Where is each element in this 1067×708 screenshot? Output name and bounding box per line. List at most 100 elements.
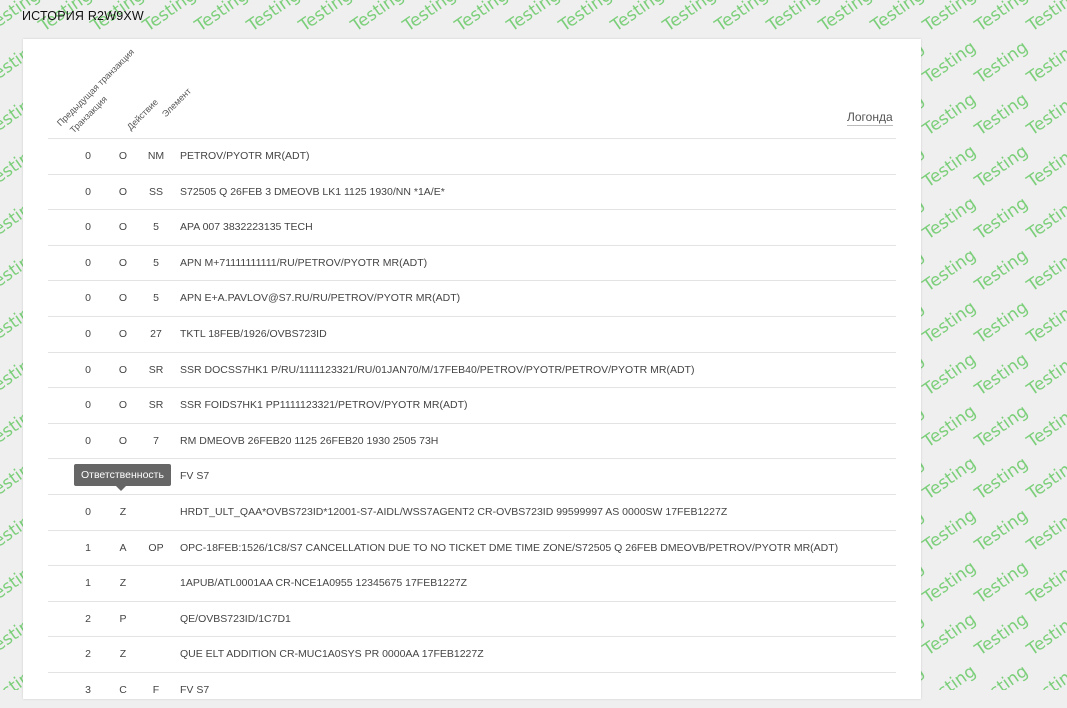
watermark-text: Testing (919, 401, 980, 452)
watermark-text: Testing (139, 0, 200, 37)
prev-transaction-cell: 0 (85, 185, 91, 198)
watermark-text: Testing (919, 609, 980, 660)
watermark-text: Testing (1023, 141, 1067, 192)
watermark-text: Testing (971, 37, 1032, 88)
watermark-text: Testing (1023, 297, 1067, 348)
watermark-text: Testing (919, 505, 980, 556)
watermark-text: Testing (347, 0, 408, 37)
watermark-text: Testing (1023, 349, 1067, 400)
action-cell: 5 (153, 256, 159, 269)
element-cell: QUE ELT ADDITION CR-MUC1A0SYS PR 0000AA … (180, 648, 484, 661)
watermark-text: Testing (1023, 193, 1067, 244)
table-row[interactable]: 0 O NM PETROV/PYOTR MR(ADT) (48, 138, 896, 174)
element-cell: APN M+71111111111/RU/PETROV/PYOTR MR(ADT… (180, 256, 428, 269)
watermark-text: Testing (971, 89, 1032, 140)
history-card: Предыдущая транзакция Транзакция Действи… (23, 39, 921, 699)
element-cell: QE/OVBS723ID/1C7D1 (180, 612, 291, 625)
watermark-text: Testing (399, 0, 460, 37)
watermark-text: Testing (919, 37, 980, 88)
table-row[interactable]: 0 O 7 RM DMEOVB 26FEB20 1125 26FEB20 1930 2… (48, 422, 896, 459)
watermark-text: Testing (919, 0, 980, 37)
table-row[interactable]: 0 O 5 APN M+71111111111/RU/PETROV/PYOTR MR(… (48, 244, 896, 281)
watermark-text: Testing (971, 401, 1032, 452)
table-row[interactable]: 2 P QE/OVBS723ID/1C7D1 (48, 600, 896, 637)
element-cell: APA 007 3832223135 TECH (180, 221, 313, 234)
transaction-cell: O (118, 292, 128, 305)
tooltip-arrow (116, 486, 126, 491)
transaction-cell: Z (119, 648, 127, 661)
watermark-text: Testing (1023, 401, 1067, 452)
action-cell: 5 (153, 292, 159, 305)
prev-transaction-cell: 0 (85, 150, 91, 162)
watermark-text: Testing (919, 245, 980, 296)
watermark-text: Testing (1023, 661, 1067, 690)
watermark-text: Testing (971, 453, 1032, 504)
transaction-cell: O (118, 150, 128, 162)
prev-transaction-cell: 0 (85, 363, 91, 376)
history-table: 0 O NM PETROV/PYOTR MR(ADT) 0 O SS S72505 Q 26F… (48, 138, 896, 708)
transaction-cell: O (118, 399, 128, 412)
watermark-text: Testing (971, 141, 1032, 192)
watermark-text: Testing (971, 193, 1032, 244)
table-row[interactable]: 1 A OP OPC-18FEB:1526/1C8/S7 CANCELLATION D… (48, 529, 896, 566)
action-cell: OP (148, 541, 164, 554)
table-row[interactable]: 0 Z HRDT_ULT_QAA*OVBS723ID*12001-S7-AIDL/W… (48, 493, 896, 530)
watermark-text: Testing (971, 505, 1032, 556)
header-element: Элемент (160, 86, 194, 120)
header-action: Действие (125, 97, 161, 133)
watermark-text: Testing (555, 0, 616, 37)
prev-transaction-cell: 0 (85, 256, 91, 269)
watermark-text: Testing (971, 609, 1032, 660)
watermark-text: Testing (1023, 453, 1067, 504)
element-cell: HRDT_ULT_QAA*OVBS723ID*12001-S7-AIDL/WSS… (180, 505, 728, 518)
action-cell: SR (148, 399, 164, 412)
legend-link[interactable]: Логонда (847, 110, 893, 126)
watermark-text: Testing (919, 297, 980, 348)
element-cell: RM DMEOVB 26FEB20 1125 26FEB20 1930 2505… (180, 434, 439, 447)
table-row[interactable]: 0 O SS S72505 Q 26FEB 3 DMEOVB LK1 1125 193… (48, 173, 896, 210)
watermark-text: Testing (763, 0, 824, 37)
table-row[interactable]: 0 O SR SSR FOIDS7HK1 PP1111123321/PETROV/PY… (48, 387, 896, 423)
element-cell: PETROV/PYOTR MR(ADT) (180, 150, 310, 162)
watermark-text: Testing (919, 349, 980, 400)
prev-transaction-cell: 0 (85, 399, 91, 412)
table-row[interactable]: 0OFFV S7 (48, 458, 896, 494)
action-cell: NM (147, 150, 165, 162)
watermark-text: Testing (919, 141, 980, 192)
transaction-cell: A (119, 541, 127, 554)
transaction-cell: O (118, 434, 128, 447)
watermark-text: Testing (971, 557, 1032, 608)
watermark-text: Testing (919, 661, 980, 690)
element-cell: 1APUB/ATL0001AA CR-NCE1A0955 12345675 17… (180, 577, 467, 590)
table-row[interactable]: 0 O 5 APA 007 3832223135 TECH (48, 209, 896, 245)
prev-transaction-cell: 0 (85, 327, 91, 340)
watermark-text: Testing (971, 349, 1032, 400)
watermark-text: Testing (919, 89, 980, 140)
table-row[interactable]: 2 Z QUE ELT ADDITION CR-MUC1A0SYS PR 0000A… (48, 636, 896, 672)
watermark-text: Testing (1023, 609, 1067, 660)
action-cell: SR (148, 363, 164, 376)
table-row[interactable]: 0 O 5 APN E+A.PAVLOV@S7.RU/RU/PETROV/PYOTR … (48, 280, 896, 316)
header-prev-transaction: Предыдущая транзакция (55, 46, 137, 129)
transaction-cell: Z (119, 577, 127, 590)
watermark-text: Testing (1023, 0, 1067, 37)
action-cell: 7 (153, 434, 159, 447)
element-cell: OPC-18FEB:1526/1C8/S7 CANCELLATION DUE T… (180, 541, 839, 554)
watermark-text: Testing (1023, 245, 1067, 296)
watermark-text: Testing (503, 0, 564, 37)
watermark-text: Testing (971, 661, 1032, 690)
table-row[interactable]: 1 Z 1APUB/ATL0001AA CR-NCE1A0955 12345675 … (48, 565, 896, 601)
watermark-text: Testing (971, 0, 1032, 37)
element-cell: SSR FOIDS7HK1 PP1111123321/PETROV/PYOTR … (180, 399, 468, 412)
prev-transaction-cell: 0 (85, 292, 91, 305)
transaction-cell: O (118, 327, 128, 340)
transaction-cell: O (118, 185, 128, 198)
table-row[interactable]: 0 O 27 TKTL 18FEB/1926/OVBS723ID (48, 315, 896, 352)
watermark-text: Testing (919, 193, 980, 244)
watermark-text: Testing (451, 0, 512, 37)
watermark-text: Testing (919, 453, 980, 504)
watermark-text: Testing (711, 0, 772, 37)
table-row[interactable]: 0 O SR SSR DOCSS7HK1 P/RU/1111123321/RU/01J… (48, 351, 896, 388)
watermark-text: Testing (867, 0, 928, 37)
watermark-text: Testing (191, 0, 252, 37)
